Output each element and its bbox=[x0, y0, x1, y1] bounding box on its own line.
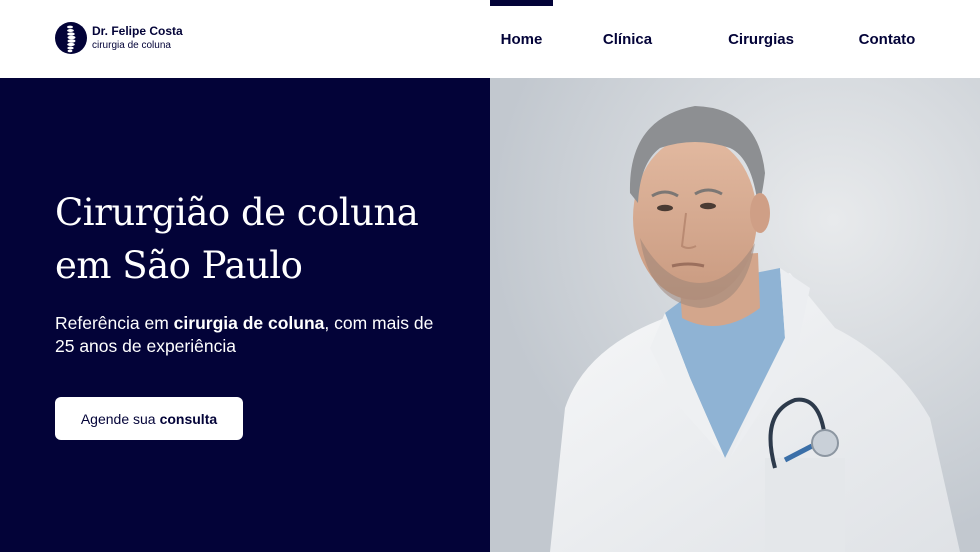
cta-label: Agende sua bbox=[80, 410, 156, 427]
cta-label-bold: consulta bbox=[159, 410, 218, 427]
hero-title-line2: em São Paulo bbox=[55, 244, 303, 287]
brand-name: Dr. Felipe Costa bbox=[92, 23, 183, 38]
nav-clinica[interactable]: Clínica bbox=[585, 0, 670, 78]
brand-tagline: cirurgia de coluna bbox=[92, 40, 171, 52]
nav-contato[interactable]: Contato bbox=[842, 0, 932, 78]
hero-panel: Cirurgião de coluna em São Paulo Referên… bbox=[0, 78, 490, 552]
book-appointment-button[interactable]: Agende sua consulta bbox=[55, 397, 243, 440]
hero-subtitle-pre: Referência em bbox=[55, 313, 174, 333]
hero-subtitle: Referência em cirurgia de coluna, com ma… bbox=[55, 312, 455, 358]
site-header: Dr. Felipe Costa cirurgia de coluna Home… bbox=[0, 0, 980, 78]
hero-title: Cirurgião de coluna em São Paulo bbox=[55, 186, 475, 292]
doctor-portrait bbox=[490, 78, 980, 552]
hero-title-line1: Cirurgião de coluna bbox=[55, 191, 419, 234]
spine-icon bbox=[55, 22, 87, 54]
nav-cirurgias[interactable]: Cirurgias bbox=[715, 0, 807, 78]
nav-home[interactable]: Home bbox=[490, 0, 553, 78]
hero-subtitle-bold: cirurgia de coluna bbox=[173, 313, 325, 333]
logo[interactable]: Dr. Felipe Costa cirurgia de coluna bbox=[55, 22, 183, 54]
main-nav: Home Clínica Cirurgias Contato bbox=[490, 0, 980, 78]
